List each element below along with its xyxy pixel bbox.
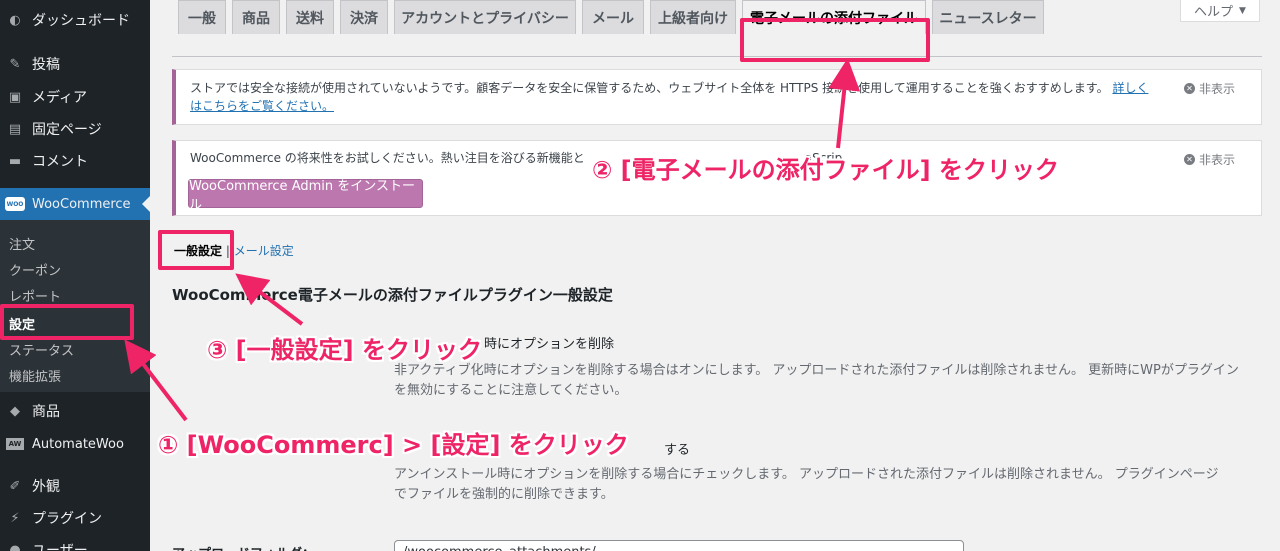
upload-folder-label: アップロードフォルダ：	[172, 543, 315, 551]
highlight-settings-submenu	[0, 304, 134, 340]
https-learn-more-link-2[interactable]: はこちらをご覧ください。	[190, 99, 334, 113]
sidebar-item-users[interactable]: ● ユーザー	[0, 534, 150, 551]
admin-sidebar: ◐ ダッシュボード ✎ 投稿 ▣ メディア ▤ 固定ページ ▬ コメント WOO…	[0, 0, 150, 551]
https-notice-text: ストアでは安全な接続が使用されていないようです。顧客データを安全に保管するため、…	[190, 79, 1180, 115]
close-icon: ✕	[1183, 154, 1195, 165]
dismiss-label: 非表示	[1198, 82, 1235, 96]
submenu-item-status[interactable]: ステータス	[9, 340, 74, 359]
deactivate-desc-line-1: 非アクティブ化時にオプションを削除する場合はオンにします。 アップロードされた添…	[394, 363, 1239, 378]
media-icon: ▣	[8, 89, 22, 105]
aw-icon: AW	[6, 438, 24, 450]
sidebar-item-label: WooCommerce	[32, 196, 131, 212]
sidebar-item-label: ユーザー	[32, 543, 88, 551]
https-dismiss-button[interactable]: ✕ 非表示	[1183, 80, 1235, 97]
https-learn-more-link[interactable]: 詳しく	[1112, 81, 1148, 95]
deactivate-desc-line-2: を無効にすることに注意してください。	[394, 383, 628, 398]
sidebar-item-label: プラグイン	[32, 511, 102, 527]
close-icon: ✕	[1183, 83, 1195, 94]
tab-payments[interactable]: 決済	[340, 0, 388, 34]
sidebar-item-label: コメント	[32, 154, 88, 170]
comment-icon: ▬	[8, 153, 22, 169]
tabs-divider	[172, 56, 1262, 57]
uninstall-description: アンインストール時にオプションを削除する場合にチェックします。 アップロードされ…	[394, 465, 1254, 505]
sidebar-item-label: 投稿	[32, 57, 60, 73]
annotation-step3: ③ [一般設定] をクリック	[207, 336, 482, 364]
sidebar-item-media[interactable]: ▣ メディア	[0, 81, 150, 113]
dashboard-icon: ◐	[9, 12, 21, 28]
https-notice-message: ストアでは安全な接続が使用されていないようです。顧客データを安全に保管するため、…	[190, 81, 1109, 95]
page-icon: ▤	[8, 121, 22, 137]
sidebar-item-automatewoo[interactable]: AW AutomateWoo	[0, 428, 150, 460]
brush-icon: ✐	[9, 478, 21, 494]
section-title: WooCommerce電子メールの添付ファイルプラグイン一般設定	[172, 286, 613, 304]
submenu-item-coupons[interactable]: クーポン	[9, 260, 61, 279]
dismiss-label: 非表示	[1198, 153, 1235, 167]
sidebar-item-label: 外観	[32, 479, 60, 495]
user-icon: ●	[9, 542, 21, 551]
tab-emails[interactable]: メール	[582, 0, 644, 34]
tab-products[interactable]: 商品	[232, 0, 280, 34]
sidebar-item-label: メディア	[32, 90, 88, 106]
annotation-step1: ① [WooCommerc] > [設定] をクリック	[158, 431, 629, 459]
tab-accounts-privacy[interactable]: アカウントとプライバシー	[394, 0, 576, 34]
sidebar-item-label: ダッシュボード	[32, 13, 130, 29]
plug-icon: ⚡	[10, 510, 20, 526]
submenu-item-extensions[interactable]: 機能拡張	[9, 366, 61, 385]
submenu-item-reports[interactable]: レポート	[9, 286, 61, 305]
upload-folder-input[interactable]: /woocommerce_attachments/	[394, 540, 964, 551]
sidebar-item-label: 固定ページ	[32, 122, 102, 138]
tab-shipping[interactable]: 送料	[286, 0, 334, 34]
tab-newsletter[interactable]: ニュースレター	[932, 0, 1044, 34]
sidebar-item-label: 商品	[32, 404, 60, 420]
box-icon: ◆	[10, 403, 20, 419]
help-label: ヘルプ	[1194, 5, 1234, 20]
sidebar-item-dashboard[interactable]: ◐ ダッシュボード	[0, 4, 150, 36]
woo-icon: WOO	[5, 197, 25, 211]
sidebar-item-products[interactable]: ◆ 商品	[0, 395, 150, 427]
active-arrow	[142, 196, 150, 212]
sidebar-item-comments[interactable]: ▬ コメント	[0, 145, 150, 177]
tab-advanced[interactable]: 上級者向け	[650, 0, 736, 34]
subsub-mail-settings-link[interactable]: メール設定	[234, 244, 294, 258]
deactivate-label: 時にオプションを削除	[484, 337, 615, 352]
annotation-step2: ② [電子メールの添付ファイル] をクリック	[592, 156, 1059, 184]
https-notice: ストアでは安全な接続が使用されていないようです。顧客データを安全に保管するため、…	[172, 69, 1262, 125]
wc-admin-dismiss-button[interactable]: ✕ 非表示	[1183, 151, 1235, 168]
sidebar-item-pages[interactable]: ▤ 固定ページ	[0, 113, 150, 145]
submenu-item-orders[interactable]: 注文	[9, 234, 35, 253]
sidebar-item-woocommerce[interactable]: WOO WooCommerce	[0, 188, 150, 220]
uninstall-desc-line-1: アンインストール時にオプションを削除する場合にチェックします。 アップロードされ…	[394, 467, 1219, 482]
tab-general[interactable]: 一般	[178, 0, 226, 34]
chevron-down-icon: ▼	[1239, 5, 1246, 16]
help-tab-button[interactable]: ヘルプ ▼	[1180, 0, 1260, 22]
sidebar-item-appearance[interactable]: ✐ 外観	[0, 470, 150, 502]
sidebar-item-posts[interactable]: ✎ 投稿	[0, 48, 150, 80]
install-wc-admin-button[interactable]: WooCommerce Admin をインストール	[188, 179, 423, 213]
pin-icon: ✎	[9, 56, 21, 72]
highlight-email-attachments-tab	[740, 18, 930, 62]
wc-admin-notice-message: WooCommerce の将来性をお試しください。熱い注目を浴びる新機能と	[190, 151, 585, 165]
highlight-general-settings	[158, 230, 234, 270]
sidebar-item-plugins[interactable]: ⚡ プラグイン	[0, 502, 150, 534]
sidebar-item-label: AutomateWoo	[32, 436, 124, 452]
uninstall-desc-line-2: でファイルを強制的に削除できます。	[394, 487, 614, 502]
deactivate-description: 非アクティブ化時にオプションを削除する場合はオンにします。 アップロードされた添…	[394, 361, 1254, 401]
uninstall-label: する	[664, 443, 691, 458]
